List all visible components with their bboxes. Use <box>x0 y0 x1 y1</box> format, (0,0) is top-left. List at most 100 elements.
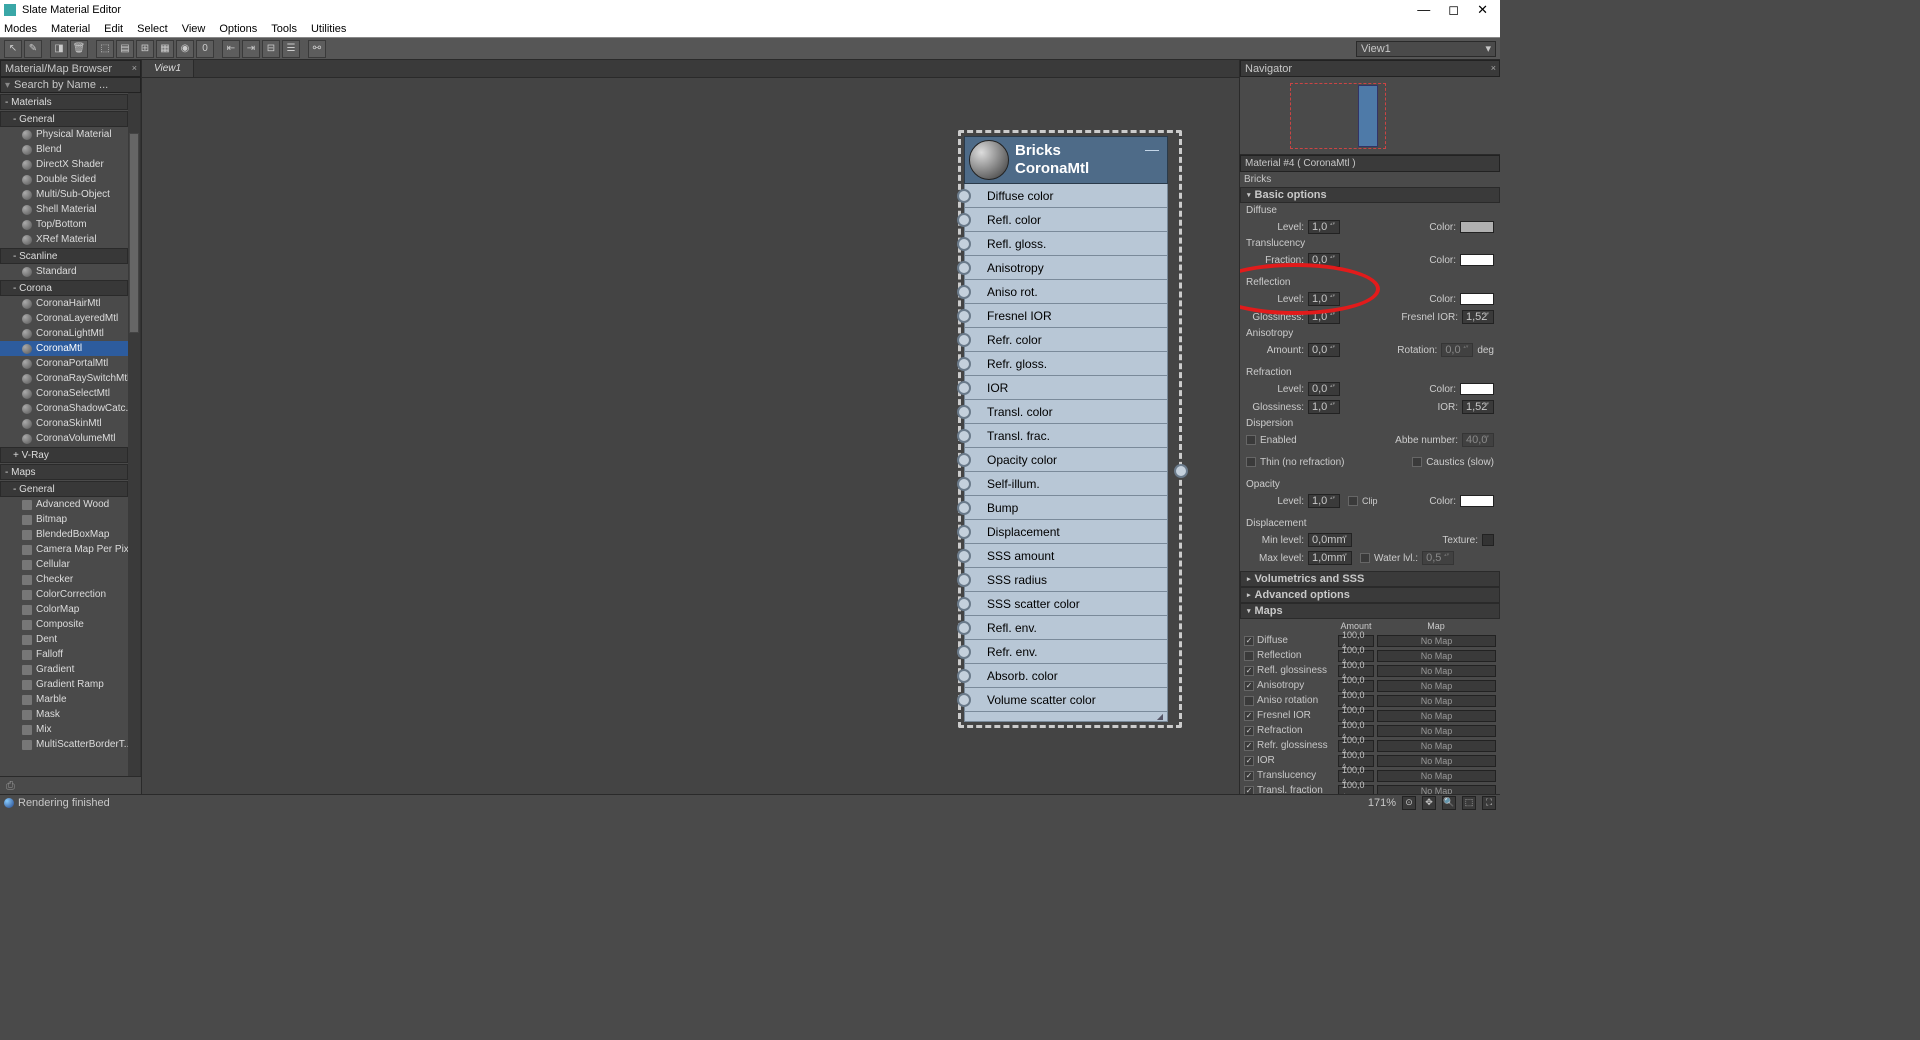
node-input-slot[interactable]: Refl. gloss. <box>964 232 1168 256</box>
link-icon[interactable]: ⚯ <box>308 40 326 58</box>
browser-item[interactable]: ColorMap <box>0 602 128 617</box>
cursor-icon[interactable]: ↖ <box>4 40 22 58</box>
node-input-slot[interactable]: Refr. color <box>964 328 1168 352</box>
node-input-slot[interactable]: Refr. env. <box>964 640 1168 664</box>
waterlvl-spinner[interactable]: 0,5▴▾ <box>1422 551 1454 565</box>
node-input-slot[interactable]: Aniso rot. <box>964 280 1168 304</box>
volumetrics-rollout[interactable]: ▸Volumetrics and SSS <box>1240 571 1500 587</box>
node-input-slot[interactable]: Transl. color <box>964 400 1168 424</box>
zero-icon[interactable]: 0 <box>196 40 214 58</box>
opacity-level-spinner[interactable]: 1,0▴▾ <box>1308 494 1340 508</box>
browser-item[interactable]: CoronaLightMtl <box>0 326 128 341</box>
browser-item[interactable]: Physical Material <box>0 127 128 142</box>
node-input-slot[interactable]: Bump <box>964 496 1168 520</box>
left-icon[interactable]: ⇤ <box>222 40 240 58</box>
maps-category[interactable]: - Maps <box>0 464 128 480</box>
search-input[interactable]: ▾ Search by Name ... <box>0 77 141 93</box>
map-button[interactable]: No Map <box>1377 695 1496 707</box>
menu-modes[interactable]: Modes <box>4 23 37 35</box>
node-input-slot[interactable]: SSS scatter color <box>964 592 1168 616</box>
zoom-region-icon[interactable]: ⬚ <box>1462 796 1476 810</box>
node-input-slot[interactable]: IOR <box>964 376 1168 400</box>
map-checkbox[interactable]: ✓ <box>1244 711 1254 721</box>
browser-item[interactable]: CoronaHairMtl <box>0 296 128 311</box>
map-button[interactable]: No Map <box>1377 710 1496 722</box>
refl-level-spinner[interactable]: 1,0▴▾ <box>1308 292 1340 306</box>
input-port-icon[interactable] <box>957 549 971 563</box>
input-port-icon[interactable] <box>957 645 971 659</box>
browser-item[interactable]: Standard <box>0 264 128 279</box>
input-port-icon[interactable] <box>957 429 971 443</box>
refr-ior-spinner[interactable]: 1,52▴▾ <box>1462 400 1494 414</box>
general-category[interactable]: - General <box>0 111 128 127</box>
node-input-slot[interactable]: Self-illum. <box>964 472 1168 496</box>
input-port-icon[interactable] <box>957 573 971 587</box>
input-port-icon[interactable] <box>957 237 971 251</box>
bg-icon[interactable]: ◉ <box>176 40 194 58</box>
input-port-icon[interactable] <box>957 381 971 395</box>
vray-category[interactable]: + V-Ray <box>0 447 128 463</box>
zoom-reset-icon[interactable]: ⊙ <box>1402 796 1416 810</box>
map-button[interactable]: No Map <box>1377 770 1496 782</box>
clip-checkbox[interactable] <box>1348 496 1358 506</box>
input-port-icon[interactable] <box>957 597 971 611</box>
browser-item[interactable]: CoronaVolumeMtl <box>0 431 128 446</box>
node-input-slot[interactable]: Fresnel IOR <box>964 304 1168 328</box>
input-port-icon[interactable] <box>957 693 971 707</box>
node-input-slot[interactable]: Displacement <box>964 520 1168 544</box>
node-canvas[interactable]: View1 Bricks CoronaMtl — Diffuse colorRe… <box>142 60 1240 794</box>
node-resize-handle[interactable]: ◢ <box>964 712 1168 722</box>
refr-gloss-spinner[interactable]: 1,0▴▾ <box>1308 400 1340 414</box>
minimize-button[interactable]: — <box>1417 2 1430 18</box>
input-port-icon[interactable] <box>957 501 971 515</box>
browser-item[interactable]: MultiScatterBorderT.. <box>0 737 128 752</box>
browser-item[interactable]: Bitmap <box>0 512 128 527</box>
browser-item[interactable]: Advanced Wood <box>0 497 128 512</box>
materials-category[interactable]: - Materials <box>0 94 128 110</box>
node-input-slot[interactable]: Refl. color <box>964 208 1168 232</box>
browser-item[interactable]: BlendedBoxMap <box>0 527 128 542</box>
browser-item[interactable]: Checker <box>0 572 128 587</box>
browser-item[interactable]: ColorCorrection <box>0 587 128 602</box>
refl-color-swatch[interactable] <box>1460 293 1494 305</box>
browser-item[interactable]: DirectX Shader <box>0 157 128 172</box>
browser-item[interactable]: Mask <box>0 707 128 722</box>
map-button[interactable]: No Map <box>1377 755 1496 767</box>
menu-view[interactable]: View <box>182 23 206 35</box>
browser-item[interactable]: Blend <box>0 142 128 157</box>
list-icon[interactable]: ☰ <box>282 40 300 58</box>
transl-color-swatch[interactable] <box>1460 254 1494 266</box>
input-port-icon[interactable] <box>957 333 971 347</box>
map-button[interactable]: No Map <box>1377 650 1496 662</box>
thin-checkbox[interactable] <box>1246 457 1256 467</box>
fresnel-spinner[interactable]: 1,52▴▾ <box>1462 310 1494 324</box>
move-children-icon[interactable]: ⬚ <box>96 40 114 58</box>
opacity-color-swatch[interactable] <box>1460 495 1494 507</box>
footer-icon[interactable]: ⎙ <box>6 780 18 792</box>
map-button[interactable]: No Map <box>1377 635 1496 647</box>
browser-item[interactable]: Double Sided <box>0 172 128 187</box>
zoom-icon[interactable]: 🔍 <box>1442 796 1456 810</box>
browser-item[interactable]: CoronaPortalMtl <box>0 356 128 371</box>
browser-item[interactable]: CoronaSkinMtl <box>0 416 128 431</box>
menu-tools[interactable]: Tools <box>271 23 297 35</box>
input-port-icon[interactable] <box>957 357 971 371</box>
minlevel-spinner[interactable]: 0,0mm▴▾ <box>1308 533 1352 547</box>
input-port-icon[interactable] <box>957 213 971 227</box>
node-input-slot[interactable]: Opacity color <box>964 448 1168 472</box>
zoom-extents-icon[interactable]: ⛶ <box>1482 796 1496 810</box>
close-button[interactable]: ✕ <box>1477 2 1488 18</box>
pan-icon[interactable]: ✥ <box>1422 796 1436 810</box>
map-checkbox[interactable]: ✓ <box>1244 726 1254 736</box>
browser-item[interactable]: Composite <box>0 617 128 632</box>
diffuse-level-spinner[interactable]: 1,0▴▾ <box>1308 220 1340 234</box>
browser-item[interactable]: Camera Map Per Pixel <box>0 542 128 557</box>
browser-item[interactable]: Gradient <box>0 662 128 677</box>
show-map-icon[interactable]: ⊞ <box>136 40 154 58</box>
map-button[interactable]: No Map <box>1377 785 1496 795</box>
browser-item[interactable]: CoronaMtl <box>0 341 128 356</box>
refl-gloss-spinner[interactable]: 1,0▴▾ <box>1308 310 1340 324</box>
map-amount-spinner[interactable]: 100,0 ▵ <box>1338 785 1374 795</box>
browser-item[interactable]: Mix <box>0 722 128 737</box>
map-checkbox[interactable]: ✓ <box>1244 771 1254 781</box>
